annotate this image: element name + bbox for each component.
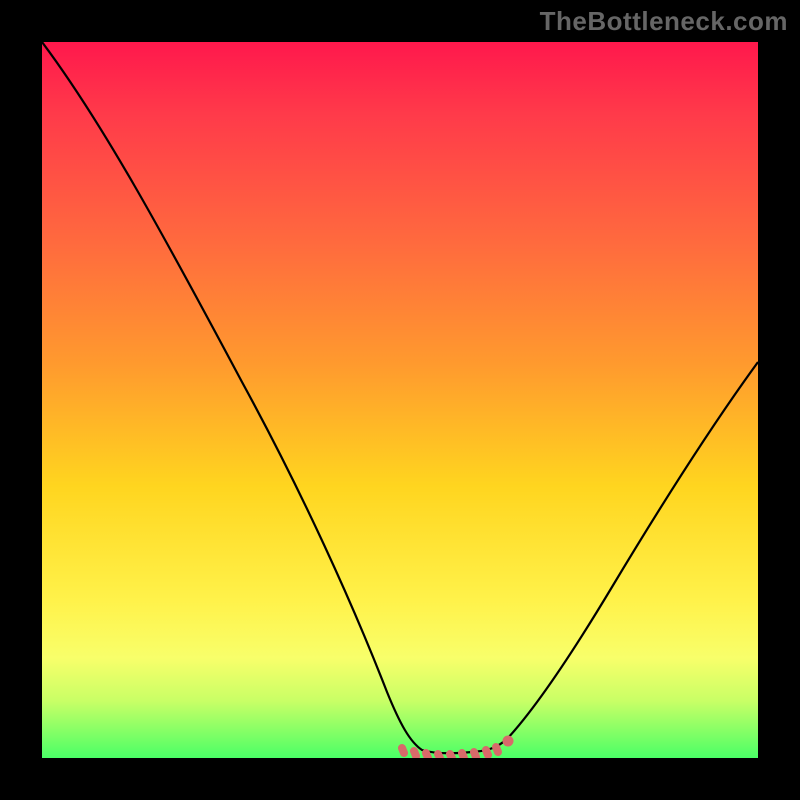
watermark-text: TheBottleneck.com: [540, 6, 788, 37]
main-curve: [42, 42, 758, 753]
marker-end-dot: [503, 736, 514, 747]
plot-area: [42, 42, 758, 758]
chart-frame: TheBottleneck.com: [0, 0, 800, 800]
curve-layer: [42, 42, 758, 758]
